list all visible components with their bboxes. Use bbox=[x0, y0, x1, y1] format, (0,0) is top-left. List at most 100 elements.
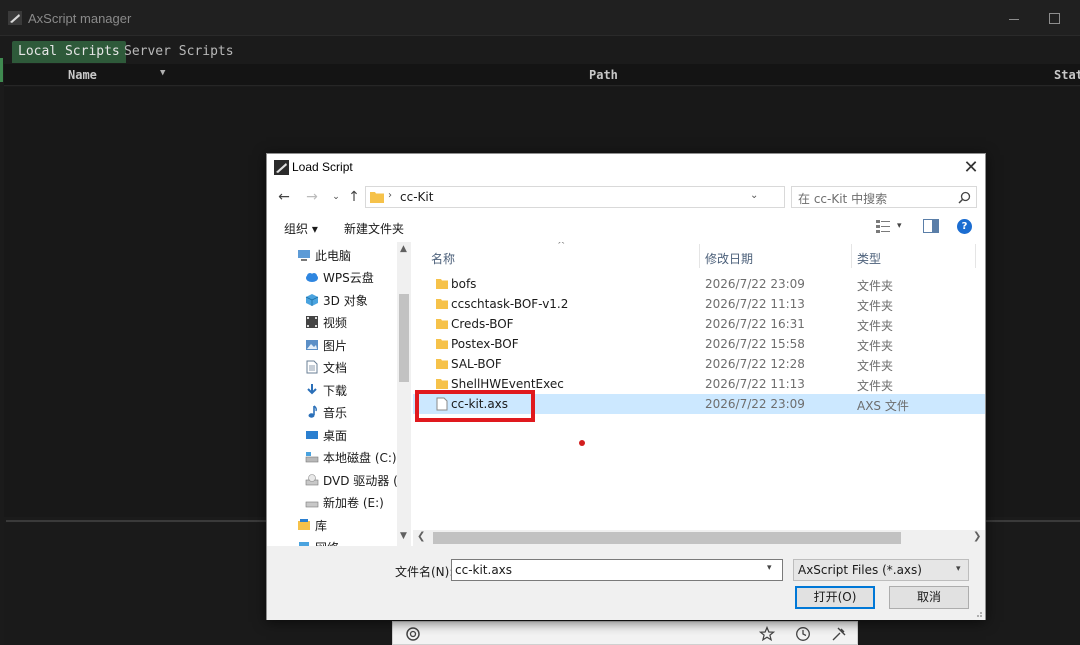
drive-icon bbox=[305, 501, 319, 508]
help-icon[interactable]: ? bbox=[957, 219, 972, 234]
file-list-header: ^ 名称 修改日期 类型 bbox=[413, 242, 985, 270]
file-row-ccschtask[interactable]: ccschtask-BOF-v1.2 2026/7/22 11:13 文件夹 bbox=[413, 294, 985, 314]
cancel-button[interactable]: 取消 bbox=[889, 586, 969, 609]
horizontal-scrollbar[interactable]: ❮ ❯ bbox=[413, 530, 985, 546]
column-divider[interactable] bbox=[851, 244, 852, 268]
search-input[interactable]: 在 cc-Kit 中搜索 bbox=[791, 186, 977, 208]
scroll-left-icon[interactable]: ❮ bbox=[417, 531, 425, 542]
folder-icon bbox=[370, 192, 384, 203]
file-type: 文件夹 bbox=[857, 299, 894, 313]
folder-icon bbox=[436, 279, 448, 289]
tools-icon[interactable] bbox=[831, 626, 847, 642]
main-titlebar: AxScript manager bbox=[0, 0, 1080, 36]
file-row-sal-bof[interactable]: SAL-BOF 2026/7/22 12:28 文件夹 bbox=[413, 354, 985, 374]
tab-local-scripts[interactable]: Local Scripts bbox=[12, 41, 126, 63]
file-date: 2026/7/22 23:09 bbox=[705, 277, 805, 291]
screenshot-icon[interactable] bbox=[405, 626, 421, 642]
up-arrow-icon[interactable]: ↑ bbox=[345, 186, 363, 208]
tab-bar: Local Scripts Server Scripts bbox=[0, 36, 1080, 64]
scroll-down-icon[interactable]: ▼ bbox=[400, 531, 407, 541]
chevron-down-icon[interactable]: ▾ bbox=[767, 563, 772, 573]
file-row-bofs[interactable]: bofs 2026/7/22 23:09 文件夹 bbox=[413, 274, 985, 294]
music-icon bbox=[308, 405, 317, 418]
preview-pane-icon[interactable] bbox=[923, 219, 939, 233]
file-name: ShellHWEventExec bbox=[451, 377, 564, 391]
new-folder-button[interactable]: 新建文件夹 bbox=[344, 220, 404, 237]
tab-server-scripts[interactable]: Server Scripts bbox=[118, 41, 240, 63]
file-row-creds-bof[interactable]: Creds-BOF 2026/7/22 16:31 文件夹 bbox=[413, 314, 985, 334]
nav-item-label: 桌面 bbox=[323, 429, 348, 443]
dialog-title: Load Script bbox=[292, 160, 353, 174]
forward-arrow-icon[interactable]: → bbox=[303, 186, 321, 208]
chevron-down-icon[interactable]: ▾ bbox=[897, 221, 902, 231]
search-icon[interactable] bbox=[958, 191, 971, 204]
column-header-status[interactable]: Stat bbox=[1054, 68, 1080, 82]
minimize-button[interactable] bbox=[1004, 8, 1024, 28]
organize-button[interactable]: 组织 ▾ bbox=[284, 220, 318, 237]
back-arrow-icon[interactable]: ← bbox=[275, 186, 293, 208]
file-type-select[interactable]: AxScript Files (*.axs) ▾ bbox=[793, 559, 969, 581]
column-header-name[interactable]: Name bbox=[68, 68, 97, 82]
column-header-type[interactable]: 类型 bbox=[857, 250, 881, 267]
app-icon bbox=[274, 160, 289, 175]
scrollbar-thumb[interactable] bbox=[399, 294, 409, 382]
address-bar[interactable]: › cc-Kit ⌄ ↻ bbox=[365, 186, 878, 208]
bottom-toolbar bbox=[392, 621, 858, 645]
annotation-highlight-box bbox=[415, 390, 535, 422]
nav-pane-scrollbar[interactable]: ▲ ▼ bbox=[397, 242, 411, 546]
chevron-down-icon[interactable]: ⌄ bbox=[327, 186, 345, 208]
left-accent-bar bbox=[0, 58, 3, 82]
file-date: 2026/7/22 11:13 bbox=[705, 377, 805, 391]
load-script-dialog: Load Script ✕ ← → ⌄ ↑ › cc-Kit ⌄ ↻ 在 cc-… bbox=[266, 153, 986, 620]
close-icon[interactable]: ✕ bbox=[961, 158, 981, 178]
file-row-postex-bof[interactable]: Postex-BOF 2026/7/22 15:58 文件夹 bbox=[413, 334, 985, 354]
picture-icon bbox=[306, 340, 318, 350]
dialog-titlebar[interactable]: Load Script ✕ bbox=[267, 154, 985, 182]
file-type-value: AxScript Files (*.axs) bbox=[798, 563, 922, 577]
scroll-right-icon[interactable]: ❯ bbox=[973, 531, 981, 542]
column-divider[interactable] bbox=[975, 244, 976, 268]
dialog-footer: 文件名(N): ▾ AxScript Files (*.axs) ▾ 打开(O)… bbox=[267, 546, 985, 620]
nav-item-label: 音乐 bbox=[323, 406, 348, 420]
file-name: Creds-BOF bbox=[451, 317, 514, 331]
maximize-button[interactable] bbox=[1044, 8, 1064, 28]
nav-item-label: WPS云盘 bbox=[323, 271, 374, 285]
window-title: AxScript manager bbox=[28, 11, 132, 26]
cursor-marker bbox=[579, 440, 585, 446]
folder-icon bbox=[436, 319, 448, 329]
scroll-up-icon[interactable]: ▲ bbox=[400, 244, 407, 254]
sort-down-icon: ▼ bbox=[160, 68, 166, 78]
column-header-name[interactable]: 名称 bbox=[431, 250, 455, 267]
column-header-path[interactable]: Path bbox=[589, 68, 618, 82]
column-divider[interactable] bbox=[699, 244, 700, 268]
nav-item-label: 库 bbox=[315, 519, 328, 533]
command-bar: 组织 ▾ 新建文件夹 ▾ ? bbox=[267, 214, 985, 240]
breadcrumb[interactable]: cc-Kit bbox=[400, 190, 433, 204]
file-name: Postex-BOF bbox=[451, 337, 519, 351]
file-type: 文件夹 bbox=[857, 379, 894, 393]
dvd-icon bbox=[305, 474, 319, 486]
app-icon bbox=[8, 11, 22, 25]
column-header-date[interactable]: 修改日期 bbox=[705, 250, 753, 267]
nav-item-label: 文档 bbox=[323, 361, 348, 375]
breadcrumb-separator-icon[interactable]: › bbox=[388, 190, 392, 201]
document-icon bbox=[306, 360, 318, 374]
filename-label: 文件名(N): bbox=[395, 565, 454, 579]
nav-item-label: 此电脑 bbox=[315, 249, 352, 263]
file-type: 文件夹 bbox=[857, 359, 894, 373]
nav-item-label: 图片 bbox=[323, 339, 348, 353]
filename-field[interactable] bbox=[451, 559, 783, 581]
chevron-down-icon[interactable]: ⌄ bbox=[750, 190, 758, 201]
file-type: 文件夹 bbox=[857, 279, 894, 293]
file-name: SAL-BOF bbox=[451, 357, 502, 371]
star-icon[interactable] bbox=[759, 626, 775, 642]
clock-icon[interactable] bbox=[795, 626, 811, 642]
nav-item-label: 本地磁盘 (C:) bbox=[323, 451, 397, 465]
resize-grip-icon[interactable] bbox=[973, 608, 983, 618]
file-type: 文件夹 bbox=[857, 339, 894, 353]
desktop-icon bbox=[306, 431, 318, 439]
view-options-icon[interactable] bbox=[875, 218, 891, 234]
open-button[interactable]: 打开(O) bbox=[795, 586, 875, 609]
download-icon bbox=[307, 384, 317, 395]
scrollbar-thumb[interactable] bbox=[433, 532, 901, 544]
